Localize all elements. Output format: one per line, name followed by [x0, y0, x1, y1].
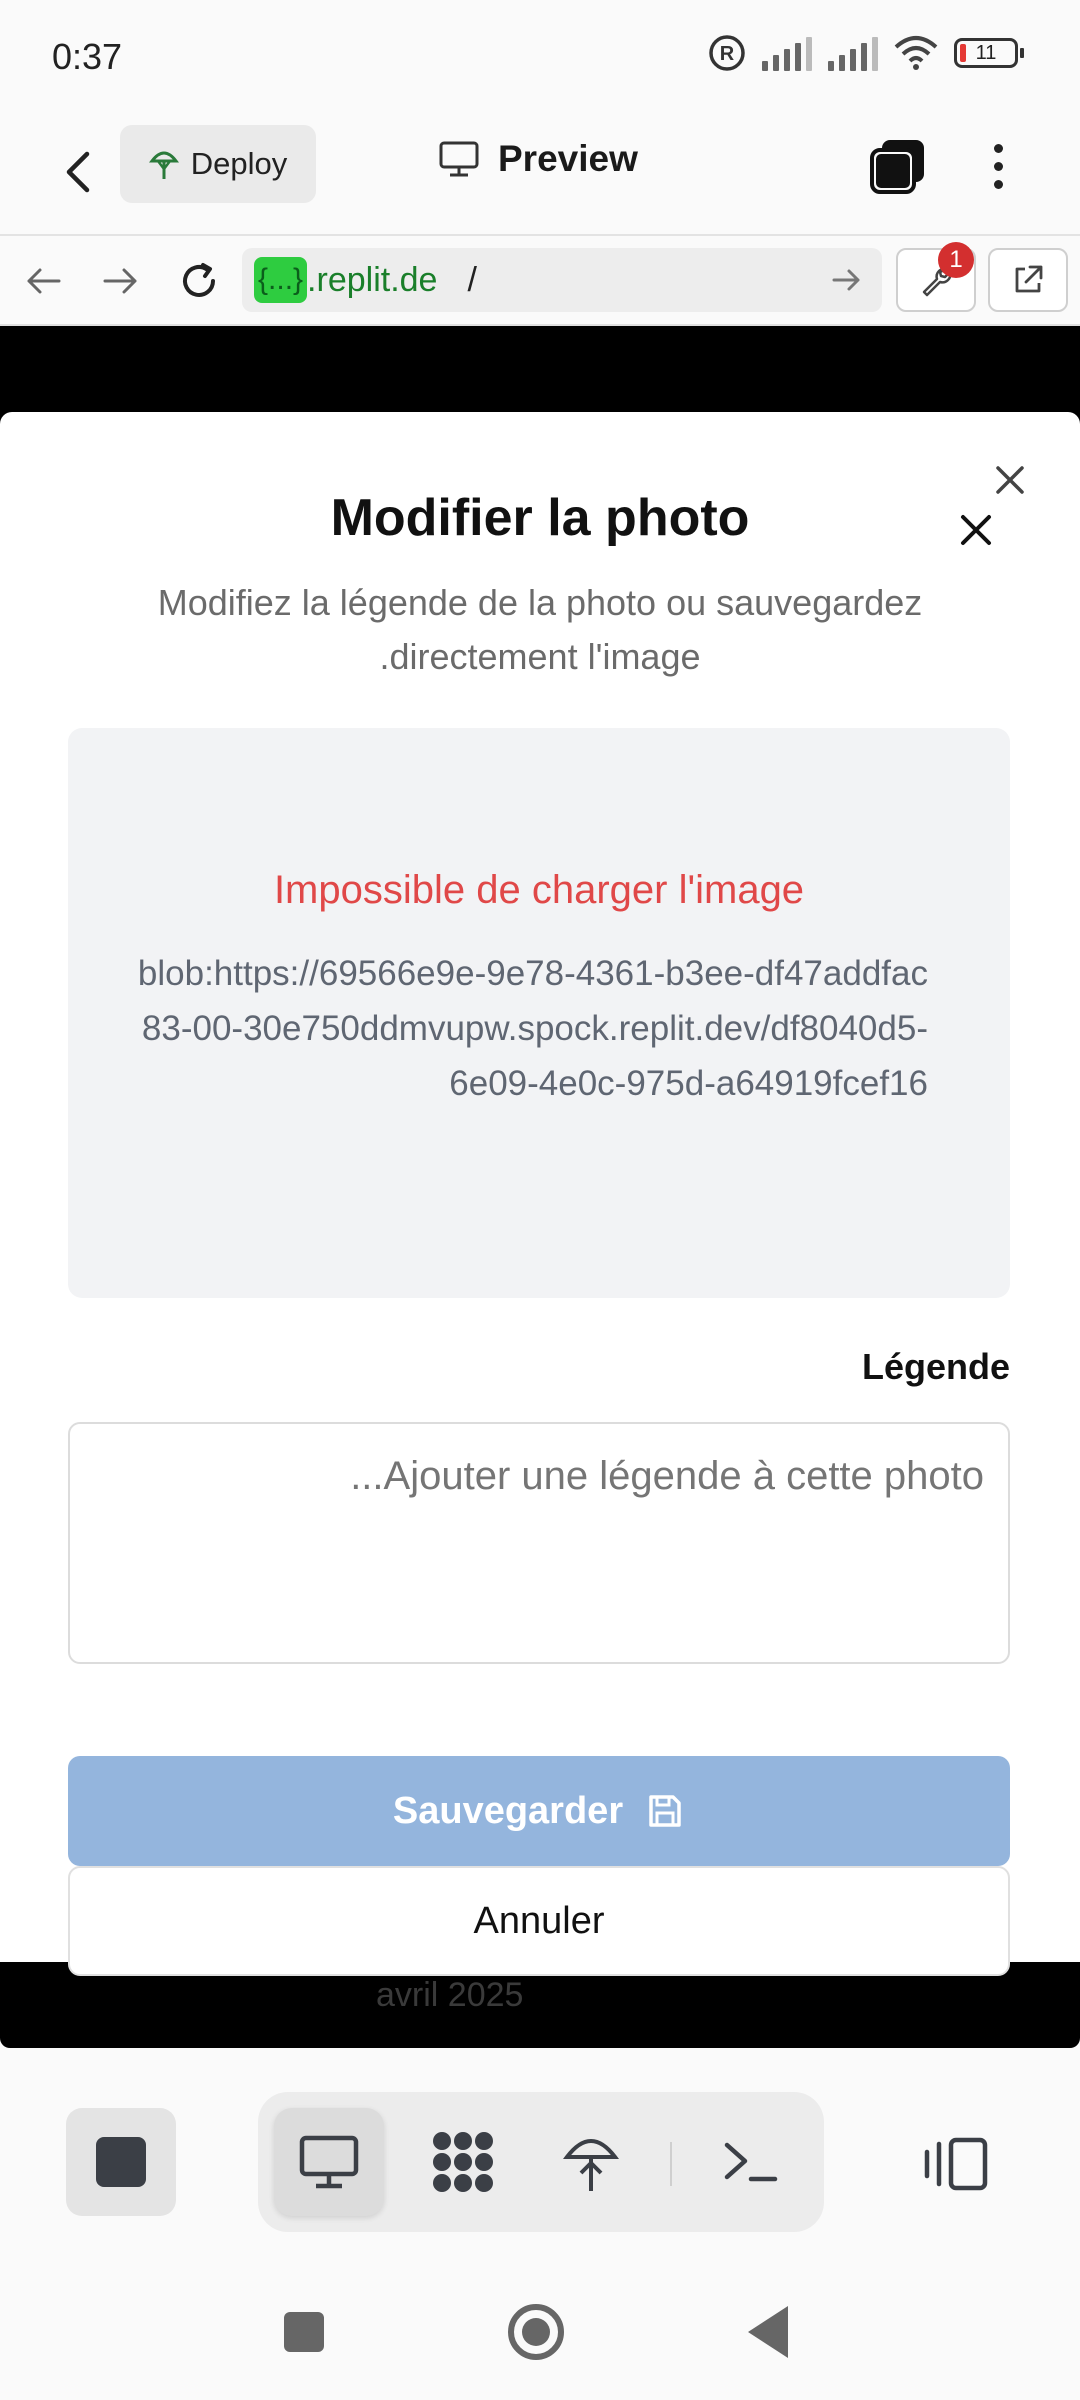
tool-shell[interactable] — [696, 2108, 806, 2216]
reload-icon — [183, 263, 215, 297]
registered-icon: R — [709, 35, 745, 71]
caption-label: Légende — [861, 1346, 1010, 1387]
open-external-button[interactable] — [988, 248, 1068, 312]
battery-icon: 11 — [954, 38, 1024, 68]
cancel-label: Annuler — [473, 1899, 605, 1942]
system-back-button[interactable] — [748, 2306, 788, 2358]
tool-divider — [670, 2142, 672, 2186]
more-options-icon[interactable] — [978, 136, 1018, 196]
reload-button[interactable] — [176, 258, 222, 304]
terminal-icon — [724, 2142, 778, 2182]
deploy-icon — [563, 2139, 619, 2191]
image-url: blob:https://69566e9e-9e78-4361-b3ee-df4… — [137, 954, 928, 1103]
tool-workflows[interactable] — [408, 2108, 518, 2216]
status-bar: 0:37 R 11 — [0, 0, 1080, 110]
web-content: avril 2025 Modifier la photo Modifiez la… — [0, 326, 1080, 2048]
home-button[interactable] — [508, 2304, 564, 2360]
stop-icon — [96, 2137, 146, 2187]
app-bar: Deploy Preview — [0, 110, 1080, 236]
external-link-icon — [1015, 265, 1043, 293]
arrow-right-icon — [103, 268, 137, 294]
url-domain: .replit.de — [307, 260, 438, 299]
url-badge: {...} — [254, 257, 308, 303]
image-preview: Impossible de charger l'image blob:https… — [68, 728, 1010, 1298]
deploy-icon — [148, 151, 179, 179]
go-arrow-icon[interactable] — [830, 260, 866, 300]
tabs-icon[interactable] — [868, 136, 928, 196]
url-field[interactable]: {...} .replit.de / — [242, 248, 882, 312]
split-panel-icon — [924, 2137, 988, 2191]
dialog-subtitle: Modifiez la légende de la photo ou sauve… — [157, 582, 923, 677]
dialog-title: Modifier la photo — [330, 489, 750, 547]
preview-label: Preview — [498, 138, 638, 179]
system-nav-bar — [0, 2248, 1080, 2400]
signal-icon — [762, 35, 812, 71]
deploy-button[interactable]: Deploy — [120, 125, 316, 203]
edit-photo-dialog: Modifier la photo Modifiez la légende de… — [0, 412, 1080, 1976]
svg-text:R: R — [720, 43, 735, 65]
browser-back-button[interactable] — [20, 258, 66, 304]
status-time: 0:37 — [52, 36, 123, 77]
caption-input[interactable] — [68, 1422, 1010, 1664]
browser-forward-button[interactable] — [98, 258, 144, 304]
chevron-left-icon — [66, 151, 90, 193]
replit-toolbar — [0, 2048, 1080, 2261]
cancel-button[interactable]: Annuler — [68, 1866, 1010, 1976]
url-path: / — [467, 260, 477, 299]
recents-button[interactable] — [284, 2312, 324, 2352]
signal-2-icon — [828, 35, 878, 71]
apps-grid-icon — [433, 2132, 493, 2192]
monitor-icon — [439, 141, 479, 177]
image-error-message: Impossible de charger l'image — [273, 868, 805, 912]
panel-toggle-button[interactable] — [916, 2124, 996, 2204]
arrow-left-icon — [27, 268, 61, 294]
wifi-icon — [894, 36, 938, 70]
tool-preview[interactable] — [274, 2108, 384, 2216]
back-button[interactable] — [46, 140, 110, 204]
save-button[interactable]: Sauvegarder — [68, 1756, 1010, 1866]
deploy-label: Deploy — [190, 146, 288, 181]
stop-button[interactable] — [66, 2108, 176, 2216]
save-label: Sauvegarder — [392, 1789, 624, 1832]
monitor-icon — [299, 2135, 359, 2189]
backdrop-month-label: avril 2025 — [376, 1976, 524, 2014]
home-icon — [522, 2318, 550, 2346]
preview-tab[interactable]: Preview — [438, 138, 638, 180]
tool-switcher — [258, 2092, 824, 2232]
status-icons: R 11 — [708, 34, 1024, 72]
floppy-disk-icon — [649, 1795, 681, 1827]
url-bar: {...} .replit.de / 1 — [0, 236, 1080, 326]
tool-deploy[interactable] — [536, 2108, 646, 2216]
devtools-badge: 1 — [938, 242, 974, 278]
